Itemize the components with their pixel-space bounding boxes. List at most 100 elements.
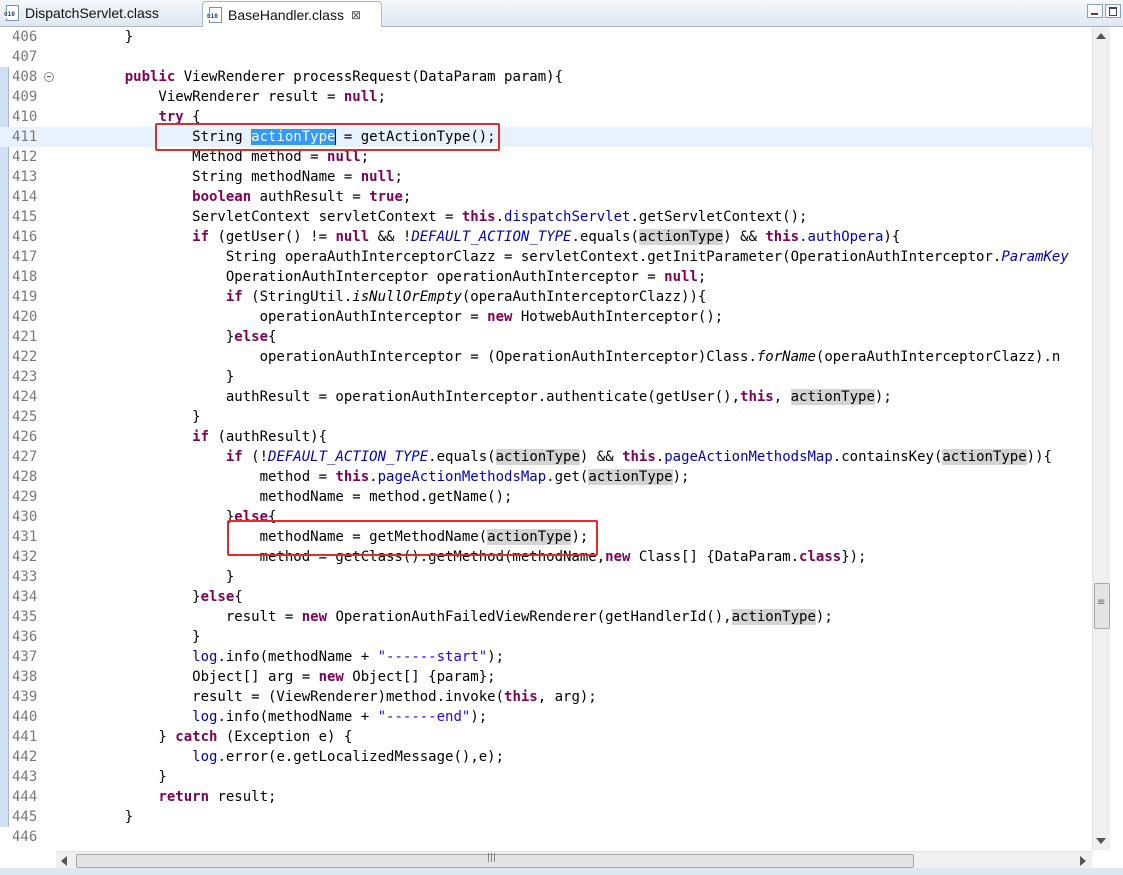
code-line[interactable]: 425 } [0,407,1092,427]
line-number: 433 [12,569,38,585]
code-token: . [655,449,665,465]
code-token: } [91,329,235,345]
line-code: ServletContext servletContext = this.dis… [91,207,807,227]
scroll-down-arrow-icon[interactable] [1096,838,1106,844]
code-line[interactable]: 443 } [0,767,1092,787]
line-number: 417 [12,249,38,265]
code-line[interactable]: 436 } [0,627,1092,647]
code-token: log [192,709,218,725]
code-line[interactable]: 437 log.info(methodName + "------start")… [0,647,1092,667]
line-code: authResult = operationAuthInterceptor.au… [91,387,892,407]
line-number: 431 [12,529,38,545]
code-token: actionType [942,449,1027,465]
code-line[interactable]: 406 } [0,27,1092,47]
code-token: result; [209,789,277,805]
code-line[interactable]: 417 String operaAuthInterceptorClazz = s… [0,247,1092,267]
code-line[interactable]: 441 } catch (Exception e) { [0,727,1092,747]
close-tab-icon[interactable]: ⊠ [351,8,361,22]
code-line[interactable]: 408 public ViewRenderer processRequest(D… [0,67,1092,87]
code-line[interactable]: 424 authResult = operationAuthIntercepto… [0,387,1092,407]
code-line[interactable]: 423 } [0,367,1092,387]
line-number: 434 [12,589,38,605]
vertical-scroll-thumb[interactable] [1094,583,1110,629]
code-token: } [91,629,201,645]
code-line[interactable]: 444 return result; [0,787,1092,807]
code-line[interactable]: 428 method = this.pageActionMethodsMap.g… [0,467,1092,487]
horizontal-scroll-thumb[interactable] [76,853,914,868]
class-file-icon: 010 [4,5,20,21]
line-code: result = new OperationAuthFailedViewRend… [91,607,833,627]
code-line[interactable]: 422 operationAuthInterceptor = (Operatio… [0,347,1092,367]
code-token: "------end" [377,709,471,725]
code-line[interactable]: 407 [0,47,1092,67]
code-line[interactable]: 438 Object[] arg = new Object[] {param}; [0,667,1092,687]
code-line[interactable]: 420 operationAuthInterceptor = new Hotwe… [0,307,1092,327]
line-code: methodName = method.getName(); [91,487,513,507]
horizontal-scrollbar[interactable] [56,851,1092,869]
line-number: 445 [12,809,38,825]
tab-basehandler-class[interactable]: 010 BaseHandler.class ⊠ [202,1,382,27]
line-number: 406 [12,29,38,45]
code-editor[interactable]: 406 } 407 408 public ViewRenderer processR… [0,27,1092,850]
code-token: .info(methodName + [217,649,378,665]
scroll-right-arrow-icon[interactable] [1080,856,1086,866]
code-token: log [192,649,218,665]
code-token: (authResult){ [209,429,328,445]
line-code: } [91,807,133,827]
line-code: String methodName = null; [91,167,403,187]
code-line[interactable]: 426 if (authResult){ [0,427,1092,447]
overview-ruler [1110,27,1123,850]
code-token: ; [402,189,412,205]
code-token: null [343,89,378,105]
code-line[interactable]: 409 ViewRenderer result = null; [0,87,1092,107]
code-line[interactable]: 416 if (getUser() != null && !DEFAULT_AC… [0,227,1092,247]
line-number: 407 [12,49,38,65]
code-line[interactable]: 433 } [0,567,1092,587]
vertical-scrollbar[interactable] [1092,27,1110,850]
code-line[interactable]: 442 log.error(e.getLocalizedMessage(),e)… [0,747,1092,767]
scroll-up-arrow-icon[interactable] [1096,33,1106,39]
code-token: Method method = [91,149,328,165]
code-token: } [91,569,235,585]
fold-collapse-icon[interactable] [44,72,54,82]
line-number: 426 [12,429,38,445]
line-code: }else{ [91,587,243,607]
code-line[interactable]: 421 }else{ [0,327,1092,347]
code-token: if [225,449,243,465]
code-line[interactable]: 435 result = new OperationAuthFailedView… [0,607,1092,627]
code-line[interactable]: 427 if (!DEFAULT_ACTION_TYPE.equals(acti… [0,447,1092,467]
line-number: 421 [12,329,38,345]
code-line[interactable]: 418 OperationAuthInterceptor operationAu… [0,267,1092,287]
code-line[interactable]: 445 } [0,807,1092,827]
code-line[interactable]: 440 log.info(methodName + "------end"); [0,707,1092,727]
code-line[interactable]: 439 result = (ViewRenderer)method.invoke… [0,687,1092,707]
code-token: OperationAuthInterceptor operationAuthIn… [91,269,665,285]
scroll-left-arrow-icon[interactable] [61,856,67,866]
line-code: } [91,767,166,787]
code-line[interactable]: 434 }else{ [0,587,1092,607]
line-code: OperationAuthInterceptor operationAuthIn… [91,267,706,287]
code-line[interactable]: 429 methodName = method.getName(); [0,487,1092,507]
code-token: actionType [790,389,875,405]
code-line[interactable]: 446 [0,827,1092,847]
line-code: } [91,567,234,587]
line-code: } [91,627,201,647]
code-token: actionType [638,229,724,245]
code-token: (Exception e) { [217,729,353,745]
code-line[interactable]: 413 String methodName = null; [0,167,1092,187]
code-token: pageActionMethodsMap [377,469,547,485]
code-line[interactable]: 419 if (StringUtil.isNullOrEmpty(operaAu… [0,287,1092,307]
code-token: null [335,229,370,245]
tab-dispatchservlet-class[interactable]: 010 DispatchServlet.class [0,1,200,25]
code-token: true [369,189,403,205]
code-token: class [799,549,842,565]
code-token: (operaAuthInterceptorClazz).n [815,349,1061,365]
code-line[interactable]: 414 boolean authResult = true; [0,187,1092,207]
code-line[interactable]: 415 ServletContext servletContext = this… [0,207,1092,227]
maximize-icon[interactable] [1105,4,1121,18]
minimize-icon[interactable] [1087,4,1103,18]
